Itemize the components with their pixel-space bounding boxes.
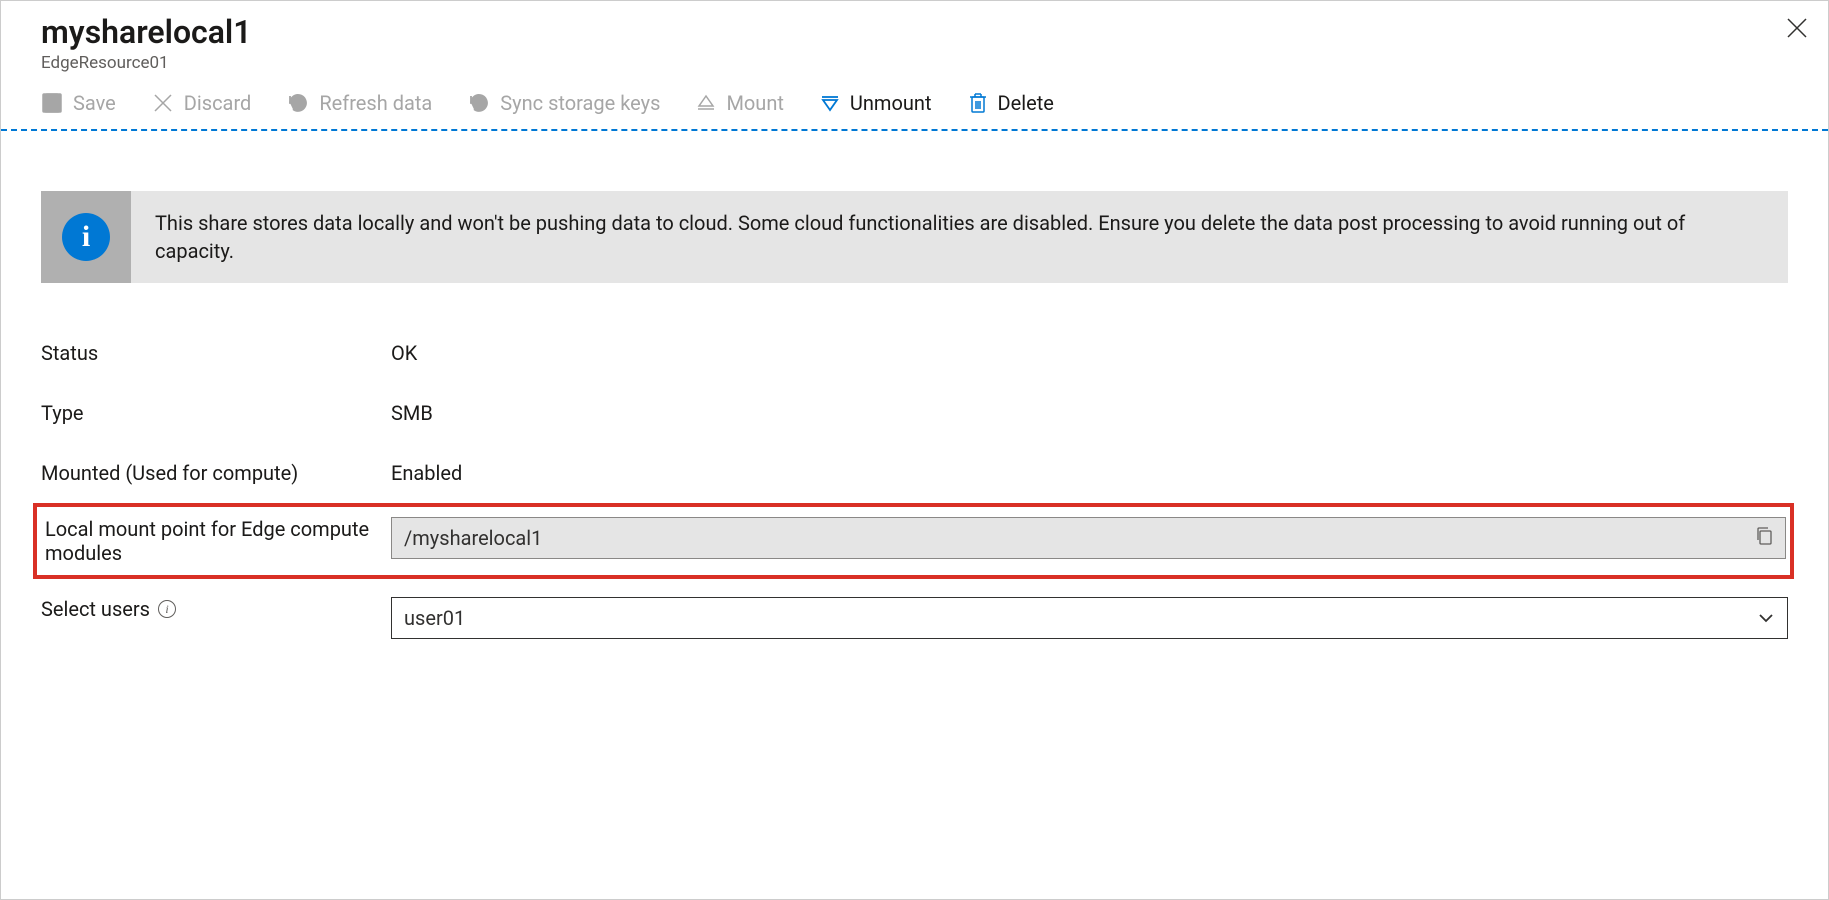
- refresh-button[interactable]: Refresh data: [287, 91, 432, 115]
- type-label: Type: [41, 401, 391, 425]
- page-title: mysharelocal1: [41, 13, 1788, 51]
- type-row: Type SMB: [41, 383, 1788, 443]
- info-icon-wrap: i: [41, 191, 131, 283]
- users-dropdown[interactable]: user01: [391, 597, 1788, 639]
- copy-icon: [1755, 526, 1773, 546]
- save-icon: [41, 92, 63, 114]
- info-tooltip-icon[interactable]: i: [158, 600, 176, 618]
- save-button[interactable]: Save: [41, 91, 116, 115]
- mountpoint-field: /mysharelocal1: [391, 517, 1786, 559]
- mount-icon: [696, 93, 716, 113]
- panel-header: mysharelocal1 EdgeResource01: [1, 1, 1828, 81]
- mountpoint-label: Local mount point for Edge compute modul…: [41, 517, 391, 565]
- info-banner-text: This share stores data locally and won't…: [131, 191, 1788, 283]
- mounted-value: Enabled: [391, 461, 1788, 485]
- users-row: Select users i user01: [41, 579, 1788, 657]
- users-selected: user01: [404, 606, 1757, 630]
- status-row: Status OK: [41, 323, 1788, 383]
- command-bar: Save Discard Refresh data Sync storage k…: [1, 81, 1828, 131]
- copy-button[interactable]: [1755, 526, 1773, 551]
- mount-label: Mount: [726, 91, 783, 115]
- save-label: Save: [73, 91, 116, 115]
- close-icon: [1786, 17, 1808, 39]
- sync-icon: [468, 92, 490, 114]
- status-label: Status: [41, 341, 391, 365]
- refresh-label: Refresh data: [319, 91, 432, 115]
- chevron-down-icon: [1757, 609, 1775, 627]
- discard-button[interactable]: Discard: [152, 91, 252, 115]
- info-icon: i: [62, 213, 110, 261]
- discard-label: Discard: [184, 91, 252, 115]
- refresh-icon: [287, 92, 309, 114]
- users-label-text: Select users: [41, 597, 150, 621]
- status-value: OK: [391, 341, 1788, 365]
- mount-button[interactable]: Mount: [696, 91, 783, 115]
- delete-icon: [968, 92, 988, 114]
- info-banner: i This share stores data locally and won…: [41, 191, 1788, 283]
- close-button[interactable]: [1786, 17, 1808, 43]
- mounted-label: Mounted (Used for compute): [41, 461, 391, 485]
- discard-icon: [152, 92, 174, 114]
- delete-label: Delete: [998, 91, 1054, 115]
- unmount-label: Unmount: [850, 91, 932, 115]
- mounted-row: Mounted (Used for compute) Enabled: [41, 443, 1788, 503]
- users-label: Select users i: [41, 597, 391, 621]
- unmount-button[interactable]: Unmount: [820, 91, 932, 115]
- unmount-icon: [820, 93, 840, 113]
- resource-subtitle: EdgeResource01: [41, 53, 1788, 73]
- mountpoint-row: Local mount point for Edge compute modul…: [33, 503, 1794, 579]
- delete-button[interactable]: Delete: [968, 91, 1054, 115]
- sync-label: Sync storage keys: [500, 91, 660, 115]
- content-area: i This share stores data locally and won…: [1, 131, 1828, 677]
- type-value: SMB: [391, 401, 1788, 425]
- mountpoint-value: /mysharelocal1: [404, 526, 1755, 550]
- sync-button[interactable]: Sync storage keys: [468, 91, 660, 115]
